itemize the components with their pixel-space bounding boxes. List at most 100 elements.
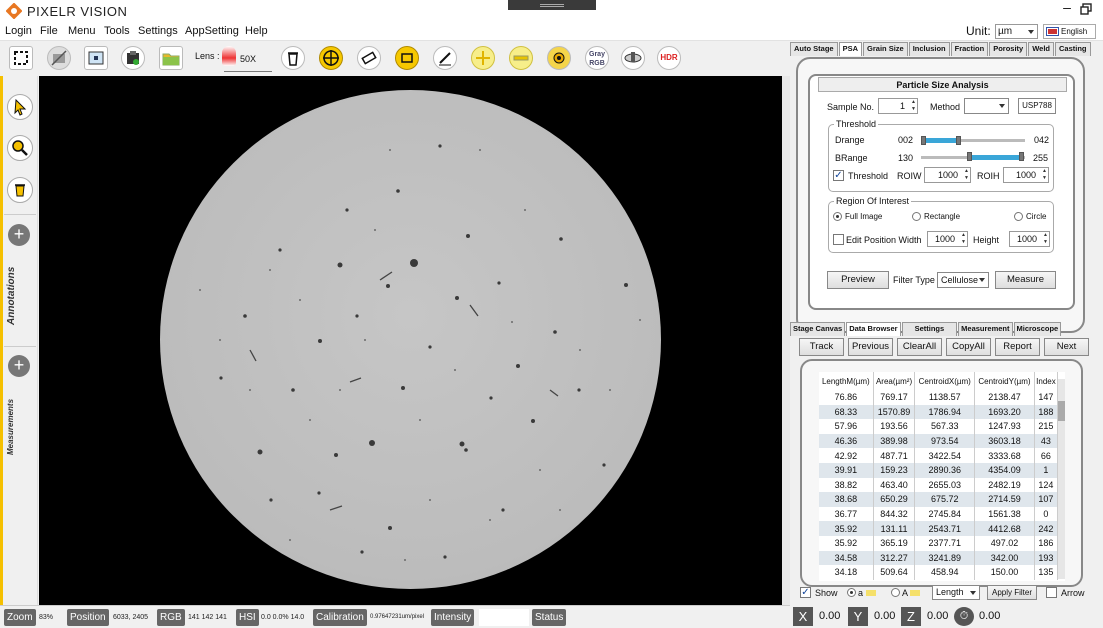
tab-inclusion[interactable]: Inclusion [908,42,950,56]
menu-appsetting[interactable]: AppSetting [185,25,239,37]
tab-grain-size[interactable]: Grain Size [863,42,908,56]
col-length[interactable]: LengthM(µm) [819,372,874,390]
minimize-icon[interactable]: – [1060,0,1074,16]
image-viewer[interactable] [39,76,782,605]
window-grip[interactable] [508,0,596,10]
table-scrollbar[interactable] [1058,379,1065,579]
ruler-icon[interactable] [509,46,533,70]
circle-radio[interactable] [1014,212,1023,221]
full-image-radio[interactable] [833,212,842,221]
roi-height-stepper[interactable]: 1000 [1009,231,1050,247]
tab-measurement[interactable]: Measurement [958,322,1013,336]
viewer-scrollbar[interactable] [782,76,790,605]
sample-no-stepper[interactable]: 1 [878,98,918,114]
menu-tools[interactable]: Tools [104,25,130,37]
delete-icon[interactable] [281,46,305,70]
tab-fraction[interactable]: Fraction [950,42,989,56]
roiw-stepper[interactable]: 1000 [924,167,971,183]
roih-stepper[interactable]: 1000 [1003,167,1049,183]
menu-file[interactable]: File [40,25,58,37]
tab-settings[interactable]: Settings [901,322,958,336]
menu-settings[interactable]: Settings [138,25,178,37]
standard-usp788[interactable]: USP788 [1018,98,1056,114]
measure-button[interactable]: Measure [995,271,1056,289]
microscope-icon[interactable] [621,46,645,70]
report-button[interactable]: Report [995,338,1040,356]
table-row[interactable]: 57.96 193.56 567.33 1247.93 215 [819,419,1059,434]
rectangle-radio[interactable] [912,212,921,221]
table-row[interactable]: 42.92 487.71 3422.54 3333.68 66 [819,448,1059,463]
next-button[interactable]: Next [1044,338,1089,356]
open-folder-icon[interactable] [159,46,183,70]
copyall-button[interactable]: CopyAll [946,338,991,356]
pen-icon[interactable] [433,46,457,70]
stage-icon[interactable] [395,46,419,70]
pointer-icon[interactable] [7,94,33,120]
add-marker-icon[interactable] [471,46,495,70]
brange-thumb-low[interactable] [967,152,972,161]
table-row[interactable]: 68.33 1570.89 1786.94 1693.20 188 [819,404,1059,420]
tab-data-browser[interactable]: Data Browser [846,322,901,336]
col-centroid-x[interactable]: CentroidX(µm) [914,372,976,390]
focus-icon[interactable] [547,46,571,70]
drange-thumb-low[interactable] [921,136,926,145]
clearall-button[interactable]: ClearAll [897,338,942,356]
menu-help[interactable]: Help [245,25,268,37]
add-annotation-icon[interactable]: + [8,224,30,246]
filter-field-select[interactable]: Length [932,585,980,600]
method-select[interactable] [964,98,1009,114]
big-a-radio[interactable] [891,588,900,597]
camera-off-icon[interactable] [47,46,71,70]
drange-thumb-high[interactable] [956,136,961,145]
sidebar-delete-icon[interactable] [7,177,33,203]
tab-porosity[interactable]: Porosity [989,42,1028,56]
tab-weld[interactable]: Weld [1028,42,1055,56]
table-row[interactable]: 76.86 769.17 1138.57 2138.47 147 [819,390,1059,405]
apply-filter-button[interactable]: Apply Filter [987,585,1037,600]
zoom-icon[interactable] [7,135,33,161]
measurements-label[interactable]: Measurements [6,384,34,470]
roi-width-stepper[interactable]: 1000 [927,231,968,247]
annotations-label[interactable]: Annotations [6,254,34,338]
table-row[interactable]: 39.91 159.23 2890.36 4354.09 1 [819,462,1059,478]
col-centroid-y[interactable]: CentroidY(µm) [974,372,1035,390]
specimen-image[interactable] [160,90,661,589]
table-row[interactable]: 46.36 389.98 973.54 3603.18 43 [819,433,1059,449]
unit-select[interactable]: µm [995,24,1038,39]
track-button[interactable]: Track [799,338,844,356]
threshold-checkbox[interactable]: ✓ [833,170,844,181]
edit-position-checkbox[interactable] [833,234,844,245]
table-row[interactable]: 34.18 509.64 458.94 150.00 135 [819,565,1059,580]
brange-thumb-high[interactable] [1019,152,1024,161]
table-row[interactable]: 35.92 365.19 2377.71 497.02 186 [819,535,1059,551]
save-image-icon[interactable] [121,46,145,70]
snapshot-icon[interactable] [84,46,108,70]
table-row[interactable]: 38.68 650.29 675.72 2714.59 107 [819,492,1059,507]
small-a-radio[interactable] [847,588,856,597]
table-row[interactable]: 36.77 844.32 2745.84 1561.38 0 [819,506,1059,522]
previous-button[interactable]: Previous [848,338,893,356]
table-row[interactable]: 38.82 463.40 2655.03 2482.19 124 [819,477,1059,493]
scale-bar-icon[interactable] [357,46,381,70]
tab-stage-canvas[interactable]: Stage Canvas [790,322,846,336]
col-index[interactable]: Index [1034,372,1059,390]
show-checkbox[interactable]: ✓ [800,587,811,598]
preview-button[interactable]: Preview [827,271,889,289]
table-row[interactable]: 35.92 131.11 2543.71 4412.68 242 [819,521,1059,536]
gray-rgb-button[interactable]: Gray RGB [585,46,609,70]
add-measurement-icon[interactable]: + [8,355,30,377]
tab-microscope[interactable]: Microscope [1013,322,1062,336]
tab-psa[interactable]: PSA [838,42,863,56]
arrow-checkbox[interactable] [1046,587,1057,598]
menu-menu[interactable]: Menu [68,25,96,37]
lens-value[interactable]: 50X [240,54,256,64]
table-row[interactable]: 34.58 312.27 3241.89 342.00 193 [819,550,1059,566]
language-select[interactable]: English [1043,24,1096,39]
table-scroll-thumb[interactable] [1058,401,1065,421]
tab-casting[interactable]: Casting [1055,42,1091,56]
restore-icon[interactable] [1080,3,1092,15]
hdr-button[interactable]: HDR [657,46,681,70]
crosshair-icon[interactable] [319,46,343,70]
select-area-icon[interactable] [9,46,33,70]
filter-type-select[interactable]: Cellulose [937,272,989,288]
